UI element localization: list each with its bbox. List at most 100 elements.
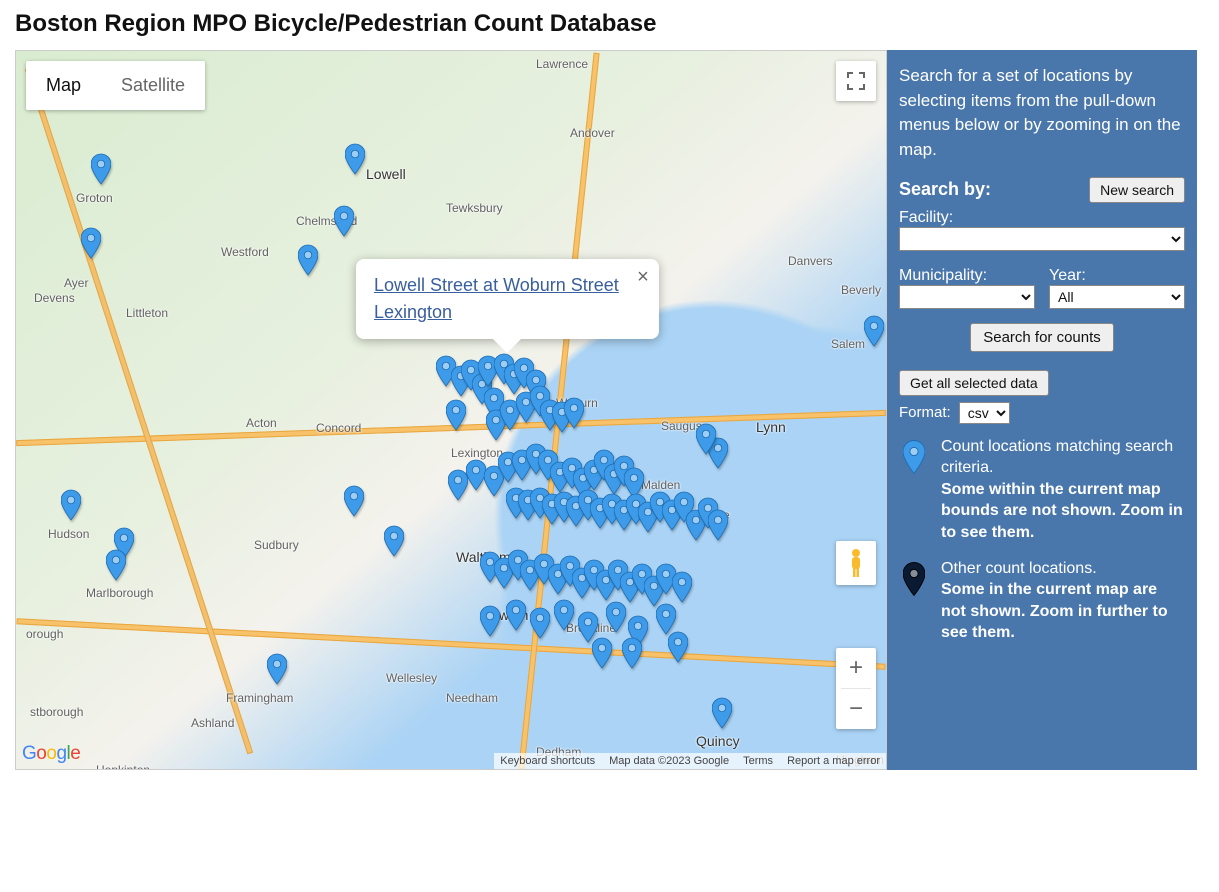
map-marker[interactable] [668, 631, 688, 663]
map-marker[interactable] [106, 549, 126, 581]
new-search-button[interactable]: New search [1089, 177, 1185, 203]
report-error-link[interactable]: Report a map error [787, 755, 880, 767]
legend-pin-dark-icon [899, 558, 929, 644]
get-all-selected-data-button[interactable]: Get all selected data [899, 370, 1049, 396]
town-label: Quincy [696, 733, 740, 749]
infowindow: × Lowell Street at Woburn Street Lexingt… [356, 259, 659, 339]
map-marker[interactable] [672, 571, 692, 603]
town-label: Wellesley [386, 671, 437, 685]
format-select[interactable]: csv [959, 402, 1010, 424]
pegman-icon [846, 548, 866, 578]
infowindow-subtitle-link[interactable]: Lexington [374, 300, 452, 325]
town-label: Danvers [788, 254, 833, 268]
main-layout: Lawrence Andover Groton AyerDevens Littleton… [15, 50, 1204, 770]
map-panel[interactable]: Lawrence Andover Groton AyerDevens Littleton… [15, 50, 887, 770]
map-marker[interactable] [448, 469, 468, 501]
fullscreen-icon [847, 72, 865, 90]
municipality-year-row: Municipality: Year: All [899, 261, 1185, 309]
map-marker[interactable] [708, 509, 728, 541]
town-label: Lawrence [536, 57, 588, 71]
map-marker[interactable] [712, 697, 732, 729]
get-data-row: Get all selected data [899, 370, 1185, 396]
map-marker[interactable] [622, 637, 642, 669]
town-label: Littleton [126, 306, 168, 320]
town-label: Marlborough [86, 586, 153, 600]
town-label: Concord [316, 421, 361, 435]
town-label: Groton [76, 191, 113, 205]
town-label: Tewksbury [446, 201, 503, 215]
facility-label: Facility: [899, 209, 1185, 227]
map-marker[interactable] [864, 315, 884, 347]
town-label: Lexington [451, 446, 503, 460]
format-label: Format: [899, 404, 951, 421]
infowindow-title-link[interactable]: Lowell Street at Woburn Street [374, 273, 619, 298]
search-by-label: Search by: [899, 179, 991, 200]
map-marker[interactable] [298, 244, 318, 276]
zoom-out-button[interactable]: − [836, 689, 876, 729]
infowindow-close-icon[interactable]: × [637, 267, 649, 287]
sidebar: Search for a set of locations by selecti… [887, 50, 1197, 770]
town-label: Needham [446, 691, 498, 705]
map-marker[interactable] [606, 601, 626, 633]
year-label: Year: [1049, 267, 1185, 285]
map-marker[interactable] [91, 153, 111, 185]
search-header-row: Search by: New search [899, 177, 1185, 203]
municipality-label: Municipality: [899, 267, 1035, 285]
map-marker[interactable] [592, 637, 612, 669]
sidebar-intro: Search for a set of locations by selecti… [899, 64, 1185, 163]
town-label: Ashland [191, 716, 234, 730]
search-button-row: Search for counts [899, 323, 1185, 352]
town-label: Ayer [64, 276, 88, 290]
map-marker[interactable] [61, 489, 81, 521]
legend-other-text: Other count locations. [941, 560, 1097, 577]
municipality-select[interactable] [899, 285, 1035, 309]
map-marker[interactable] [554, 599, 574, 631]
map-marker[interactable] [334, 205, 354, 237]
town-label: Malden [641, 478, 680, 492]
pegman-button[interactable] [836, 541, 876, 585]
fullscreen-button[interactable] [836, 61, 876, 101]
map-marker[interactable] [267, 653, 287, 685]
map-marker[interactable] [344, 485, 364, 517]
town-label: Hudson [48, 527, 89, 541]
town-label: Salem [831, 337, 865, 351]
zoom-control: + − [836, 648, 876, 729]
legend-other-note: Some in the current map are not shown. Z… [941, 581, 1168, 641]
town-label: Westford [221, 245, 269, 259]
google-logo: Google [22, 743, 80, 765]
town-label: Andover [570, 126, 615, 140]
map-footer: Keyboard shortcuts Map data ©2023 Google… [494, 753, 886, 769]
legend: Count locations matching search criteria… [899, 436, 1185, 644]
map-marker[interactable] [696, 423, 716, 455]
page-title: Boston Region MPO Bicycle/Pedestrian Cou… [15, 10, 1204, 38]
facility-select[interactable] [899, 227, 1185, 251]
legend-pin-blue-icon [899, 436, 929, 544]
map-marker[interactable] [530, 607, 550, 639]
map-type-switch: Map Satellite [26, 61, 205, 110]
map-marker[interactable] [81, 227, 101, 259]
map-marker[interactable] [480, 605, 500, 637]
town-label: orough [26, 627, 63, 641]
legend-item-matching: Count locations matching search criteria… [899, 436, 1185, 544]
zoom-in-button[interactable]: + [836, 648, 876, 688]
town-label: stborough [30, 705, 83, 719]
terms-link[interactable]: Terms [743, 755, 773, 767]
keyboard-shortcuts-link[interactable]: Keyboard shortcuts [500, 755, 595, 767]
year-select[interactable]: All [1049, 285, 1185, 309]
map-marker[interactable] [384, 525, 404, 557]
town-label: Sudbury [254, 538, 299, 552]
map-tab-satellite[interactable]: Satellite [101, 61, 205, 110]
search-for-counts-button[interactable]: Search for counts [970, 323, 1114, 352]
map-marker[interactable] [446, 399, 466, 431]
map-marker[interactable] [506, 599, 526, 631]
map-marker[interactable] [466, 459, 486, 491]
format-row: Format: csv [899, 402, 1185, 424]
map-tab-map[interactable]: Map [26, 61, 101, 110]
legend-matching-note: Some within the current map bounds are n… [941, 481, 1183, 541]
town-label: Lowell [366, 166, 406, 182]
map-marker[interactable] [564, 397, 584, 429]
town-label: Acton [246, 416, 277, 430]
map-marker[interactable] [345, 143, 365, 175]
town-label: Devens [34, 291, 75, 305]
map-attribution: Map data ©2023 Google [609, 755, 729, 767]
